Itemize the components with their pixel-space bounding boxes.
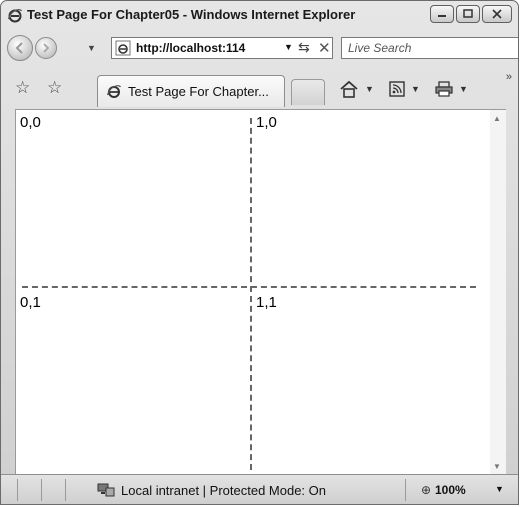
status-divider — [65, 479, 66, 501]
close-icon — [492, 9, 502, 19]
print-button[interactable]: ▼ — [435, 77, 468, 101]
feeds-icon — [389, 81, 405, 97]
print-dropdown-icon[interactable]: ▼ — [459, 84, 468, 94]
ie-logo-icon — [7, 9, 23, 23]
status-divider — [405, 479, 406, 501]
maximize-icon — [463, 9, 473, 18]
address-bar[interactable]: http://localhost:114 ▼ ⇆ ✕ — [111, 37, 333, 59]
more-commands-icon[interactable]: » — [506, 71, 512, 83]
tab-test-page[interactable]: Test Page For Chapter... — [97, 75, 285, 107]
new-tab-button[interactable] — [291, 79, 325, 105]
forward-button[interactable] — [35, 37, 57, 59]
refresh-icon[interactable]: ⇆ — [298, 39, 310, 56]
tab-label: Test Page For Chapter... — [128, 84, 269, 99]
status-divider — [17, 479, 18, 501]
back-button[interactable] — [7, 35, 33, 61]
url-text[interactable]: http://localhost:114 — [136, 41, 245, 55]
caption-buttons — [428, 5, 512, 25]
page-content: 0,0 1,0 0,1 1,1 ▲ ▼ — [15, 109, 506, 475]
cell-label-1-0: 1,0 — [256, 114, 277, 131]
ie-page-icon — [106, 85, 122, 98]
security-zone-text[interactable]: Local intranet | Protected Mode: On — [121, 483, 326, 498]
title-bar[interactable]: Test Page For Chapter05 - Windows Intern… — [1, 1, 518, 31]
browser-window: Test Page For Chapter05 - Windows Intern… — [0, 0, 519, 505]
status-divider — [41, 479, 42, 501]
forward-arrow-icon — [43, 43, 50, 53]
minimize-icon — [438, 15, 446, 17]
cell-label-0-0: 0,0 — [20, 114, 41, 131]
favorites-star-icon[interactable]: ☆ — [15, 78, 30, 98]
page-icon — [115, 40, 131, 56]
zoom-dropdown-icon[interactable]: ▼ — [495, 484, 504, 494]
search-placeholder[interactable]: Live Search — [348, 41, 411, 55]
feeds-dropdown-icon[interactable]: ▼ — [411, 84, 420, 94]
stop-icon[interactable]: ✕ — [318, 39, 331, 57]
scroll-down-icon[interactable]: ▼ — [493, 462, 501, 471]
back-arrow-icon — [15, 42, 23, 54]
maximize-button[interactable] — [456, 5, 480, 23]
tab-row: ☆ ☆ Test Page For Chapter... ▼ ▼ ▼ » — [1, 65, 518, 109]
home-button[interactable]: ▼ — [339, 77, 374, 101]
home-dropdown-icon[interactable]: ▼ — [365, 84, 374, 94]
home-icon — [340, 80, 358, 98]
status-bar: Local intranet | Protected Mode: On ⊕ 10… — [1, 474, 518, 504]
cell-label-1-1: 1,1 — [256, 294, 277, 311]
zoom-icon[interactable]: ⊕ — [421, 483, 431, 497]
scroll-up-icon[interactable]: ▲ — [493, 114, 501, 123]
minimize-button[interactable] — [430, 5, 454, 23]
address-dropdown-icon[interactable]: ▼ — [284, 42, 293, 52]
horizontal-grid-divider — [22, 286, 476, 288]
recent-pages-dropdown[interactable]: ▼ — [87, 43, 96, 53]
intranet-zone-icon[interactable] — [97, 483, 115, 497]
add-favorites-star-icon[interactable]: ☆ — [47, 78, 62, 98]
search-box[interactable]: Live Search — [341, 37, 518, 59]
feeds-button[interactable]: ▼ — [389, 77, 420, 101]
navigation-bar: ▼ http://localhost:114 ▼ ⇆ ✕ Live Search — [1, 31, 518, 65]
close-button[interactable] — [482, 5, 512, 23]
vertical-scrollbar[interactable]: ▲ ▼ — [490, 110, 506, 475]
vertical-grid-divider — [250, 118, 252, 470]
window-title: Test Page For Chapter05 - Windows Intern… — [27, 7, 356, 22]
zoom-level[interactable]: 100% — [435, 483, 466, 497]
cell-label-0-1: 0,1 — [20, 294, 41, 311]
printer-icon — [435, 81, 453, 97]
